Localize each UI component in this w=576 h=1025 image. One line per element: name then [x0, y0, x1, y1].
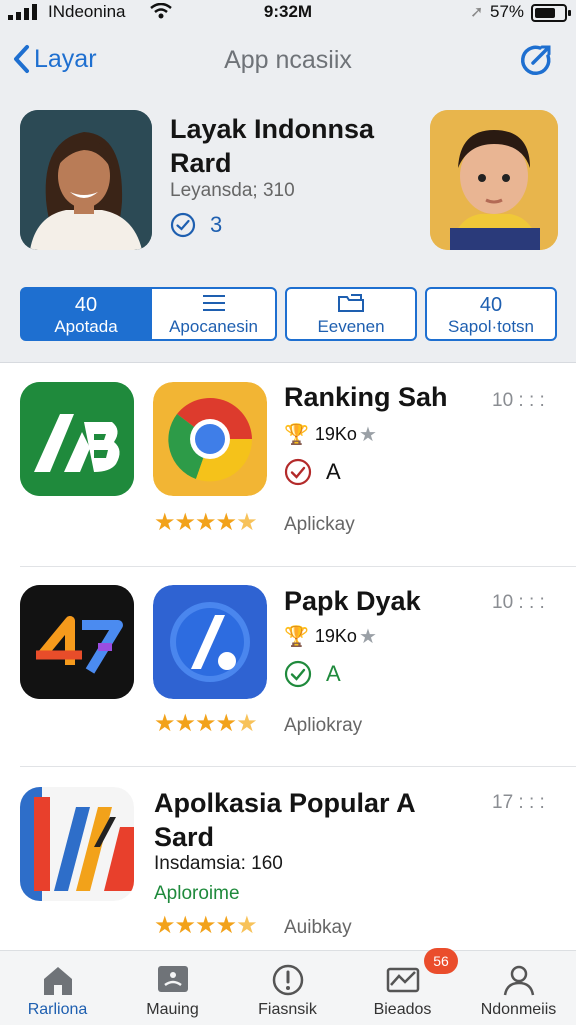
app-title-line2: Sard	[154, 822, 215, 852]
profile-verified: 3	[170, 212, 222, 238]
tab-label: Apotada	[54, 317, 118, 336]
bottom-tab-home[interactable]: Rarliona	[0, 951, 115, 1025]
media-icon	[158, 966, 188, 992]
letter-a-icon	[20, 382, 134, 496]
app-title-line1: Apolkasia Popular A	[154, 788, 416, 818]
bottom-tab-media[interactable]: Mauing	[115, 951, 230, 1025]
location-arrow-icon: ➚	[470, 4, 484, 21]
stripes-logo-icon	[20, 787, 134, 901]
profile-name-line2: Rard	[170, 148, 232, 178]
child-portrait-image	[430, 110, 558, 250]
profile-subtitle: Leyansda; 310	[170, 180, 295, 201]
app-rating: 🏆 19Ko ★	[284, 624, 377, 649]
check-circle-icon	[284, 458, 312, 486]
rating-value: 19Ko	[314, 626, 357, 646]
app-category: Auibkay	[284, 917, 352, 938]
tab-label: Apocanesin	[169, 317, 258, 336]
app-check: A	[284, 458, 341, 486]
tab-count-icon: 40	[479, 294, 503, 316]
profile-photo-woman[interactable]	[20, 110, 152, 250]
folder-icon	[287, 293, 415, 317]
number-47-icon	[20, 585, 134, 699]
divider	[20, 766, 576, 767]
user-icon	[503, 965, 535, 996]
profile-photo-child[interactable]	[430, 110, 558, 250]
home-icon	[44, 967, 72, 995]
star-icon: ★	[358, 626, 377, 648]
app-info: Insdamsia: 160	[154, 853, 283, 874]
app-developer[interactable]: Aploroime	[154, 883, 240, 905]
app-icon-chrome[interactable]	[153, 382, 267, 496]
star-icon: ★	[358, 424, 377, 446]
app-title[interactable]: Apolkasia Popular A Sard	[154, 786, 416, 854]
woman-portrait-image	[20, 110, 152, 250]
battery-icon	[531, 4, 571, 22]
app-icon-blue-slash[interactable]	[153, 585, 267, 699]
award-icon: 🏆	[284, 626, 309, 648]
award-icon: 🏆	[284, 424, 309, 446]
tab-eevenen[interactable]: Eevenen	[285, 287, 417, 341]
app-title[interactable]: Ranking Sah	[284, 382, 448, 413]
star-rating: ★★★★★	[154, 509, 258, 536]
bottom-tab-label: Mauing	[146, 1001, 199, 1018]
status-bar: INdeonina 9:32M ➚ 57%	[0, 0, 576, 26]
check-circle-icon	[284, 660, 312, 688]
profile-name: Layak Indonnsa Rard	[170, 112, 374, 180]
app-check: A	[284, 660, 341, 688]
bottom-tab-label: Ndonmeiis	[480, 1001, 557, 1018]
tab-sapoltotsn[interactable]: 40 Sapol·totsn	[425, 287, 557, 341]
slash-dot-icon	[153, 585, 267, 699]
bottom-tab-bar: Rarliona Mauing Fiasnsik Bieados Ndonmei…	[0, 950, 576, 1025]
check-label: A	[326, 459, 341, 484]
app-rating: 🏆 19Ko ★	[284, 422, 377, 447]
app-icon-colorful-m[interactable]	[20, 787, 134, 901]
edit-button[interactable]	[518, 42, 554, 83]
edit-circle-icon	[521, 45, 551, 75]
check-circle-icon	[170, 212, 196, 238]
half-star-icon: ★	[236, 509, 257, 536]
tab-label: Sapol·totsn	[448, 317, 534, 336]
mail-icon	[386, 967, 420, 993]
app-time[interactable]: 10 : : :	[492, 390, 545, 412]
tab-apotada[interactable]: 40 Apotada	[20, 287, 152, 341]
star-rating: ★★★★★	[154, 912, 258, 939]
bottom-tab-label: Bieados	[373, 1001, 432, 1018]
rating-value: 19Ko	[314, 424, 357, 444]
profile-name-line1: Layak Indonnsa	[170, 114, 375, 144]
check-label: A	[326, 661, 341, 686]
alert-icon	[272, 964, 304, 996]
tab-apocanesin[interactable]: Apocanesin	[150, 287, 277, 341]
chrome-logo-icon	[153, 382, 267, 496]
app-icon-dark-47[interactable]	[20, 585, 134, 699]
app-category: Aplickay	[284, 514, 355, 535]
bottom-tab-profile[interactable]: Ndonmeiis	[461, 951, 576, 1025]
app-time[interactable]: 17 : : :	[492, 792, 545, 814]
tab-label: Eevenen	[317, 317, 385, 336]
divider	[20, 566, 576, 567]
page-title: App ncasiix	[224, 46, 352, 74]
app-icon-green-a[interactable]	[20, 382, 134, 496]
star-rating: ★★★★★	[154, 710, 258, 737]
app-category: Apliokray	[284, 715, 363, 736]
bottom-tab-label: Fiasnsik	[258, 1001, 317, 1018]
half-star-icon: ★	[236, 710, 257, 737]
app-title[interactable]: Papk Dyak	[284, 586, 421, 617]
battery-percent: 57%	[490, 2, 525, 21]
profile-count: 3	[210, 212, 223, 237]
bottom-tab-label: Rarliona	[27, 1001, 88, 1018]
app-time[interactable]: 10 : : :	[492, 592, 545, 614]
half-star-icon: ★	[236, 912, 257, 939]
tab-count-icon: 40	[74, 294, 98, 316]
bottom-tab-alerts[interactable]: Fiasnsik	[230, 951, 345, 1025]
list-icon	[152, 293, 275, 317]
notification-badge: 56	[424, 948, 458, 974]
